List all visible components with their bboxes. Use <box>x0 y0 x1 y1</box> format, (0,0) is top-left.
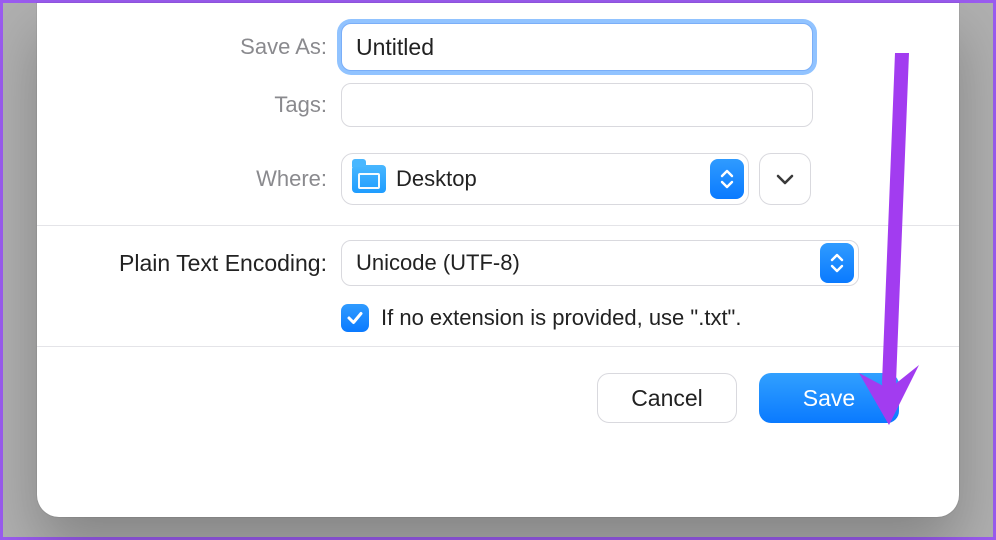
tags-label: Tags: <box>37 92 327 118</box>
cancel-button[interactable]: Cancel <box>597 373 737 423</box>
save-button[interactable]: Save <box>759 373 899 423</box>
check-icon <box>346 309 364 327</box>
encoding-value: Unicode (UTF-8) <box>356 250 820 276</box>
chevron-down-icon <box>775 172 795 186</box>
folder-icon <box>352 165 386 193</box>
updown-stepper-icon <box>820 243 854 283</box>
where-popup[interactable]: Desktop <box>341 153 749 205</box>
dialog-footer: Cancel Save <box>37 346 959 423</box>
updown-stepper-icon <box>710 159 744 199</box>
use-txt-extension-checkbox[interactable] <box>341 304 369 332</box>
where-label: Where: <box>37 166 327 192</box>
save-as-label: Save As: <box>37 34 327 60</box>
encoding-popup[interactable]: Unicode (UTF-8) <box>341 240 859 286</box>
where-value: Desktop <box>396 166 700 192</box>
save-dialog: Save As: Tags: Where: Desktop Plain Text… <box>37 3 959 517</box>
use-txt-extension-label: If no extension is provided, use ".txt". <box>381 305 741 331</box>
expand-button[interactable] <box>759 153 811 205</box>
encoding-label: Plain Text Encoding: <box>37 250 327 277</box>
tags-input[interactable] <box>341 83 813 127</box>
save-as-input[interactable] <box>341 23 813 71</box>
